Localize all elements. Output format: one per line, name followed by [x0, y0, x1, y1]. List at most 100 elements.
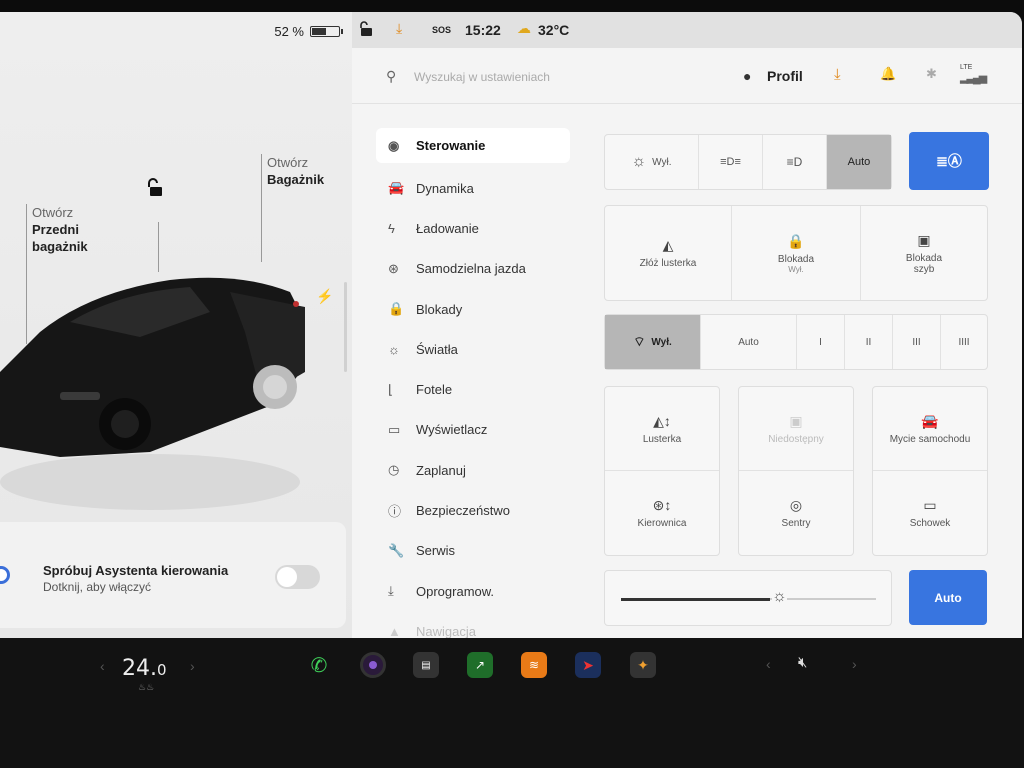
energy-app-icon[interactable]: ↗ [467, 652, 493, 678]
assist-toggle[interactable] [275, 565, 320, 589]
carwash-glovebox-group: 🚘 Mycie samochodu ▭ Schowek [872, 386, 988, 556]
bolt-icon: ϟ [388, 220, 395, 236]
menu-item-zaplanuj[interactable]: ◷ Zaplanuj [376, 450, 570, 490]
brightness-slider[interactable]: ☼ [604, 570, 892, 626]
menu-item-fotele[interactable]: ⌊ Fotele [376, 369, 570, 409]
brightness-sun-icon[interactable]: ☼ [772, 588, 787, 606]
wiper-icon: ⌔ [633, 334, 646, 349]
car-wash-button[interactable]: 🚘 Mycie samochodu [873, 387, 987, 471]
lights-auto-button[interactable]: Auto [827, 135, 891, 189]
menu-item-wyswietlacz[interactable]: ▭ Wyświetlacz [376, 410, 570, 450]
download-icon[interactable]: ⤓ [396, 20, 402, 37]
headlight-selector: ☼ Wył. ≡D≡ ≡D Auto [604, 134, 892, 190]
mute-icon[interactable]: 🔇︎ [798, 654, 807, 671]
profile-button[interactable]: Profil [767, 68, 803, 84]
steering-adjust-icon: ⊛↕ [652, 497, 672, 513]
menu-item-samodzielna-jazda[interactable]: ⊛ Samodzielna jazda [376, 249, 570, 289]
child-lock-icon: 🔒 [787, 232, 805, 249]
search-bar: ⚲ Wyszukaj w ustawieniach ● Profil ⤓ 🔔 ✱… [352, 48, 1022, 104]
fold-mirrors-button[interactable]: ◭ Złóż lusterka [605, 206, 732, 300]
dashcam-sentry-group: ▣ Niedostępny ◎ Sentry [738, 386, 854, 556]
menu-item-oprogramowanie[interactable]: ⤓ Oprogramow. [376, 571, 570, 611]
sentry-label: Sentry [781, 518, 811, 529]
front-trunk-button[interactable]: Otwórz Przedni bagażnik [32, 204, 88, 255]
steering-assist-icon [0, 566, 10, 584]
toybox-icon[interactable]: ▤ [413, 652, 439, 678]
menu-item-sterowanie[interactable]: ◉ Sterowanie [376, 128, 570, 163]
sentry-button[interactable]: ◎ Sentry [739, 471, 853, 555]
mirror-lock-row: ◭ Złóż lusterka 🔒 Blokada Wył. ▣ Blokada… [604, 205, 988, 301]
temp-up-icon[interactable]: › [190, 658, 195, 674]
search-input[interactable]: Wyszukaj w ustawieniach [414, 70, 550, 84]
temp-down-icon[interactable]: ‹ [100, 658, 105, 674]
menu-item-ladowanie[interactable]: ϟ Ładowanie [376, 208, 570, 248]
menu-item-blokady[interactable]: 🔒 Blokady [376, 289, 570, 329]
camera-icon: ▣ [789, 412, 803, 429]
battery-icon [310, 26, 343, 37]
menu-item-serwis[interactable]: 🔧 Serwis [376, 531, 570, 571]
glovebox-icon: ▭ [923, 497, 937, 513]
adjust-mirrors-button[interactable]: ◭↕ Lusterka [605, 387, 719, 471]
camera-app-icon[interactable] [360, 652, 386, 678]
wipers-speed-1[interactable]: I [797, 315, 845, 369]
brightness-auto-button[interactable]: Auto [909, 570, 987, 625]
menu-label: Serwis [416, 543, 456, 559]
mirror-icon: ◭ [662, 237, 674, 253]
auto-high-beam-button[interactable]: ≣Ⓐ [909, 132, 989, 190]
arcade-icon[interactable]: ✦ [630, 652, 656, 678]
navigation-app-icon[interactable]: ➤ [575, 652, 601, 678]
child-lock-button[interactable]: 🔒 Blokada Wył. [732, 206, 861, 300]
front-trunk-l1: Przedni [32, 222, 79, 237]
seat-heat-icon[interactable]: ♨♨ [138, 682, 154, 693]
wipers-speed-4[interactable]: IIII [941, 315, 987, 369]
dock-bar: ‹ 24.0 ♨♨ › ✆ ▤ ↗ ≋ ➤ ✦ ‹ 🔇︎ › [0, 638, 1024, 768]
adjust-wheel-button[interactable]: ⊛↕ Kierownica [605, 471, 719, 555]
battery-status: 52 % [274, 24, 343, 39]
lights-off-label: Wył. [652, 156, 672, 168]
bell-icon[interactable]: 🔔 [880, 66, 896, 82]
download-icon[interactable]: ⤓ [834, 66, 841, 83]
lights-off-button[interactable]: ☼ Wył. [605, 135, 699, 189]
menu-item-bezpieczenstwo[interactable]: ⓘ Bezpieczeństwo [376, 490, 570, 530]
volume-down-icon[interactable]: ‹ [766, 656, 771, 672]
phone-icon[interactable]: ✆ [306, 652, 332, 678]
rear-trunk-bottom: Bagażnik [267, 172, 325, 187]
wipers-auto-label: Auto [738, 336, 759, 348]
cabin-temperature[interactable]: 24.0 [122, 656, 167, 681]
menu-label: Nawigacja [416, 623, 476, 638]
lock-status-icon[interactable] [360, 21, 374, 40]
wipers-auto-button[interactable]: Auto [701, 315, 797, 369]
volume-up-icon[interactable]: › [852, 656, 857, 672]
menu-item-dynamika[interactable]: 🚘 Dynamika [376, 168, 570, 208]
weather-icon: ☁ [517, 20, 531, 36]
car-unlock-icon[interactable] [147, 178, 165, 203]
wipers-speed-3[interactable]: III [893, 315, 941, 369]
audible-icon[interactable]: ≋ [521, 652, 547, 678]
menu-label: Oprogramow. [416, 583, 495, 599]
window-lock-button[interactable]: ▣ Blokada szyb [861, 206, 987, 300]
signal-icon: ▂▃▄▅ [960, 72, 987, 84]
wheel-label: Kierownica [637, 518, 687, 529]
mirrors-wheel-group: ◭↕ Lusterka ⊛↕ Kierownica [604, 386, 720, 556]
autopilot-promo-card[interactable]: Spróbuj Asystenta kierowania Dotknij, ab… [0, 522, 346, 628]
wiper-selector: ⌔ Wył. Auto I II III IIII [604, 314, 988, 370]
menu-item-nawigacja[interactable]: ▲ Nawigacja [376, 611, 570, 638]
brightness-auto-label: Auto [934, 590, 962, 605]
bluetooth-icon[interactable]: ✱ [926, 66, 937, 82]
glovebox-label: Schowek [909, 518, 951, 529]
rear-trunk-button[interactable]: Otwórz Bagażnik [267, 154, 324, 188]
mirror-adjust-icon: ◭↕ [653, 412, 671, 429]
parking-lights-button[interactable]: ≡D≡ [699, 135, 763, 189]
wiper-speed-label: II [865, 336, 872, 348]
wiper-speed-label: IIII [958, 336, 970, 348]
menu-label: Fotele [416, 382, 453, 398]
glovebox-button[interactable]: ▭ Schowek [873, 471, 987, 555]
sos-icon[interactable]: SOS [432, 25, 451, 35]
wipers-off-button[interactable]: ⌔ Wył. [605, 315, 701, 369]
low-beam-button[interactable]: ≡D [763, 135, 827, 189]
dashcam-button: ▣ Niedostępny [739, 387, 853, 471]
steering-wheel-icon: ⊛ [388, 260, 399, 276]
wipers-speed-2[interactable]: II [845, 315, 893, 369]
wiper-speed-label: III [912, 336, 921, 348]
menu-item-swiatla[interactable]: ☼ Światła [376, 329, 570, 369]
